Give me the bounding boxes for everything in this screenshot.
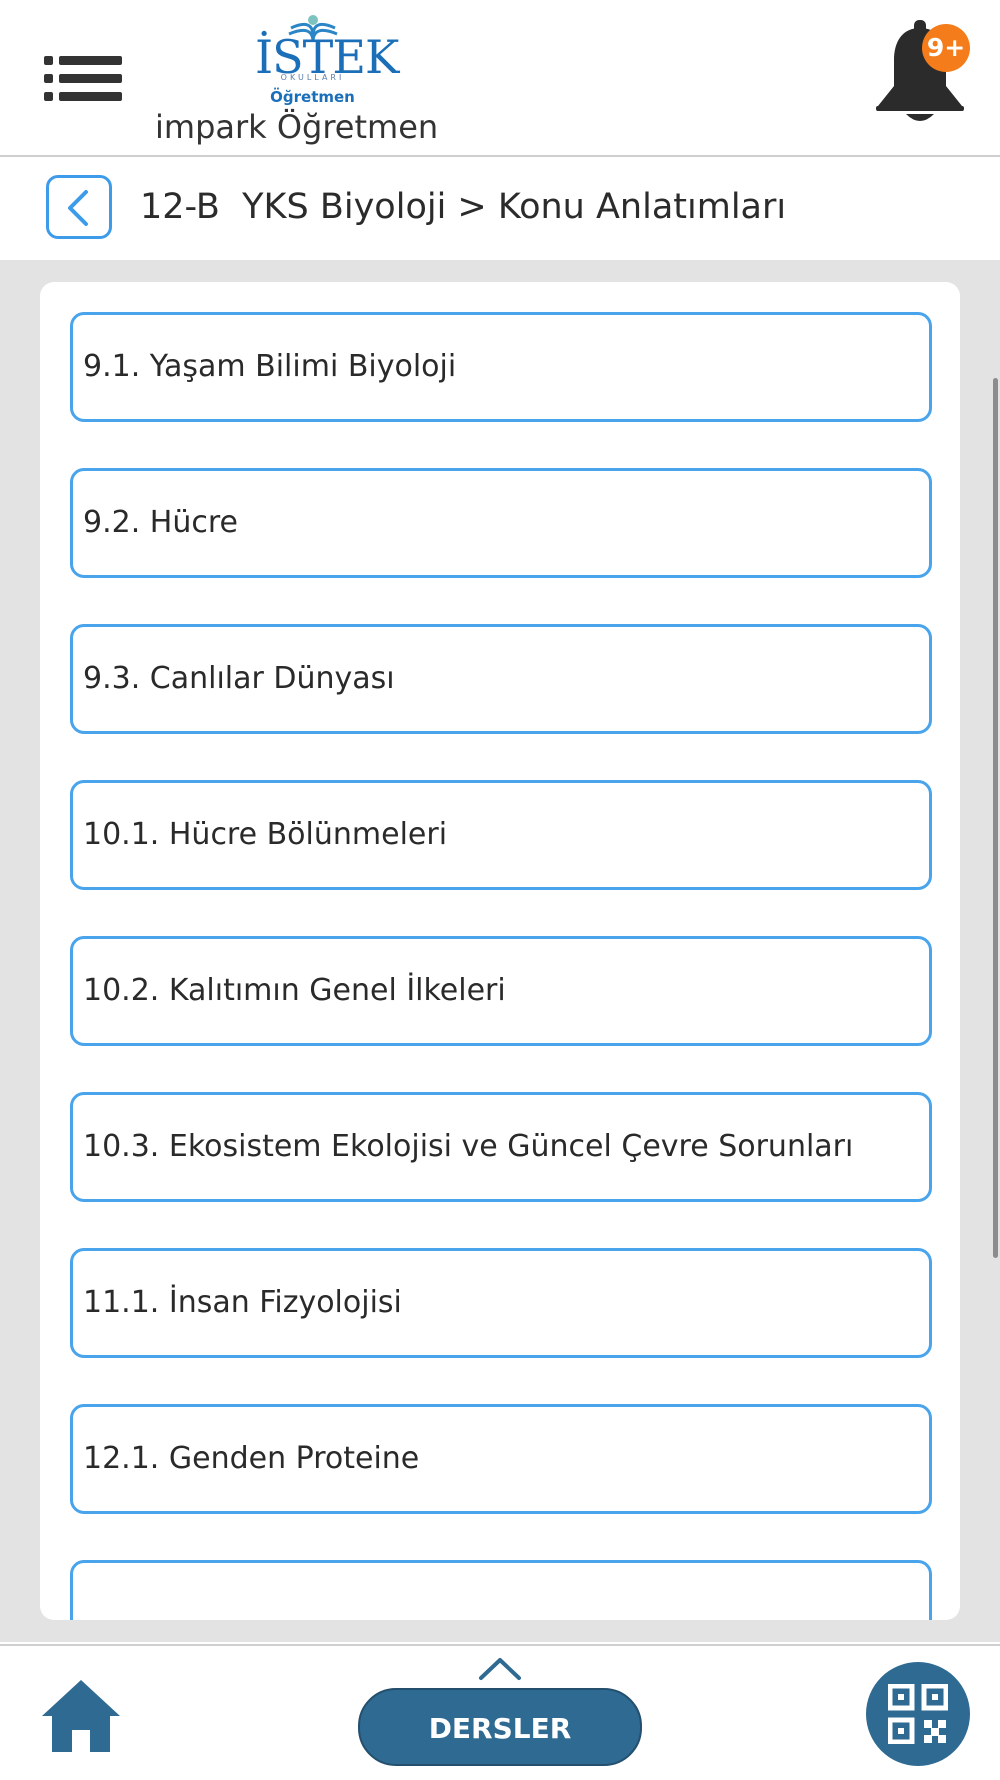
logo-subtitle: OKULLARI bbox=[280, 73, 345, 82]
qr-code-icon bbox=[888, 1684, 948, 1744]
breadcrumb-bar: 12-B YKS Biyoloji > Konu Anlatımları bbox=[0, 157, 1000, 260]
topic-label: 11.1. İnsan Fizyolojisi bbox=[83, 1285, 402, 1320]
topic-label: 12.1. Genden Proteine bbox=[83, 1441, 420, 1476]
app-header: İSTEK OKULLARI Öğretmen impark Öğretmen … bbox=[0, 0, 1000, 157]
topic-item[interactable]: 12.1. Genden Proteine bbox=[70, 1404, 932, 1514]
topic-list-card: 9.1. Yaşam Bilimi Biyoloji 9.2. Hücre 9.… bbox=[40, 282, 960, 1620]
topic-item[interactable]: 10.1. Hücre Bölünmeleri bbox=[70, 780, 932, 890]
topic-item[interactable] bbox=[70, 1560, 932, 1620]
topic-label: 9.1. Yaşam Bilimi Biyoloji bbox=[83, 349, 457, 384]
topic-label: 10.3. Ekosistem Ekolojisi ve Güncel Çevr… bbox=[83, 1129, 854, 1164]
menu-icon[interactable] bbox=[44, 56, 122, 102]
notification-badge: 9+ bbox=[922, 24, 970, 72]
topic-item[interactable]: 10.3. Ekosistem Ekolojisi ve Güncel Çevr… bbox=[70, 1092, 932, 1202]
back-button[interactable] bbox=[46, 175, 112, 239]
user-name: impark Öğretmen bbox=[155, 108, 439, 146]
topic-item[interactable]: 11.1. İnsan Fizyolojisi bbox=[70, 1248, 932, 1358]
topic-label: 9.2. Hücre bbox=[83, 505, 238, 540]
topic-item[interactable]: 9.1. Yaşam Bilimi Biyoloji bbox=[70, 312, 932, 422]
bottom-bar: DERSLER bbox=[0, 1644, 1000, 1780]
topic-item[interactable]: 9.3. Canlılar Dünyası bbox=[70, 624, 932, 734]
topic-label: 10.1. Hücre Bölünmeleri bbox=[83, 817, 448, 852]
topic-item[interactable]: 9.2. Hücre bbox=[70, 468, 932, 578]
chevron-up-icon[interactable] bbox=[478, 1654, 522, 1682]
logo-role: Öğretmen bbox=[270, 88, 355, 106]
qr-code-button[interactable] bbox=[866, 1662, 970, 1766]
dersler-button[interactable]: DERSLER bbox=[358, 1688, 642, 1766]
istek-logo: İSTEK OKULLARI Öğretmen bbox=[255, 8, 399, 106]
breadcrumb: 12-B YKS Biyoloji > Konu Anlatımları bbox=[140, 187, 787, 227]
back-arrow-icon bbox=[68, 190, 88, 226]
scrollbar[interactable] bbox=[993, 378, 998, 1258]
home-icon[interactable] bbox=[38, 1676, 124, 1754]
topic-label: 9.3. Canlılar Dünyası bbox=[83, 661, 395, 696]
topic-label: 10.2. Kalıtımın Genel İlkeleri bbox=[83, 973, 506, 1008]
topic-item[interactable]: 10.2. Kalıtımın Genel İlkeleri bbox=[70, 936, 932, 1046]
